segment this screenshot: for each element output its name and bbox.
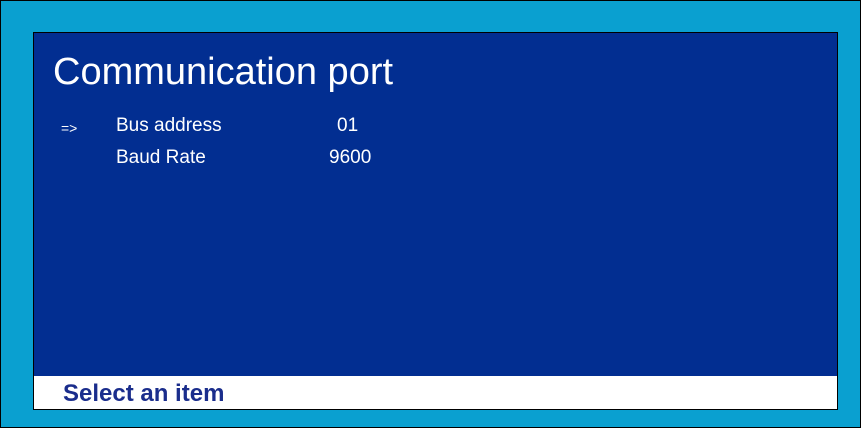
menu-item-value: 01 [337, 115, 359, 136]
selection-pointer: => [61, 120, 78, 136]
menu-item-baud-rate[interactable]: Baud Rate 9600 [34, 147, 837, 173]
menu-panel: Communication port => Bus address 01 Bau… [33, 32, 838, 410]
status-message: Select an item [63, 380, 225, 407]
menu-item-bus-address[interactable]: => Bus address 01 [34, 115, 837, 141]
menu-item-value: 9600 [329, 147, 372, 168]
menu-item-label: Baud Rate [116, 147, 206, 168]
screen-title: Communication port [53, 51, 394, 93]
status-bar: Select an item [34, 376, 837, 409]
menu-item-label: Bus address [116, 115, 222, 136]
